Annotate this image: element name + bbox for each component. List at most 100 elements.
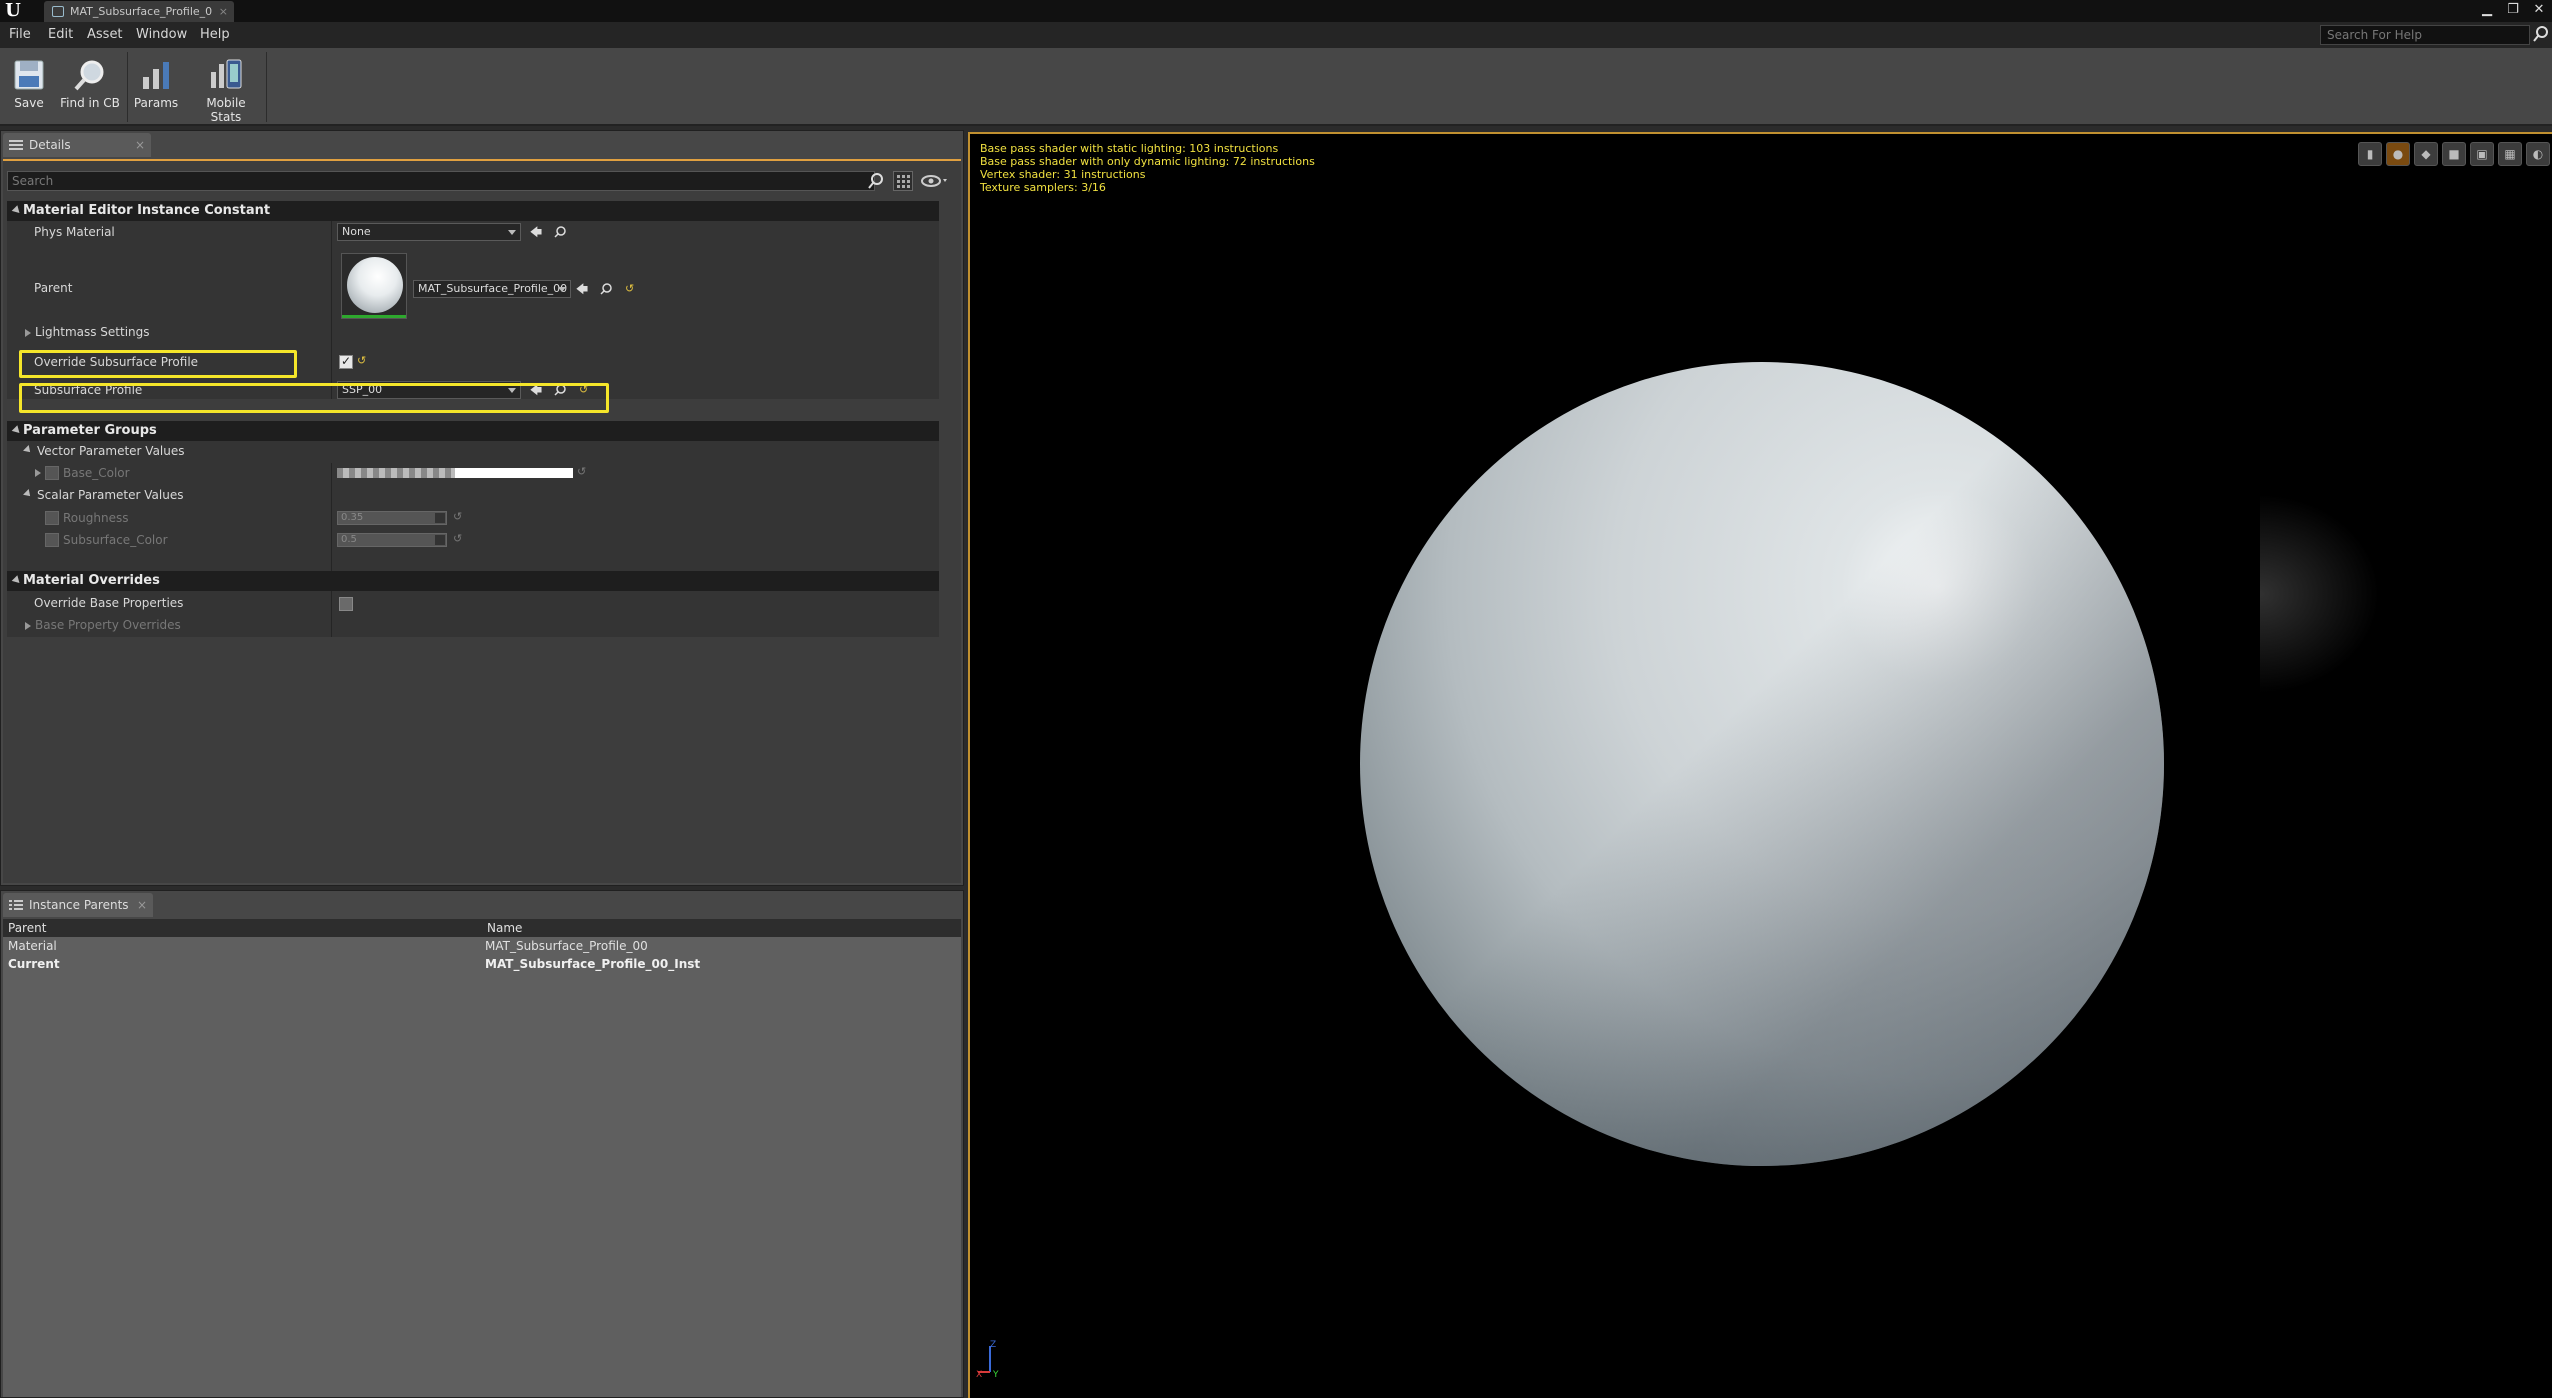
custom-mesh-preview-icon[interactable]: ▣: [2470, 142, 2494, 166]
chevron-down-icon: [508, 230, 516, 235]
menu-asset[interactable]: Asset: [87, 22, 123, 48]
reset-to-default-icon[interactable]: ↺: [625, 283, 635, 295]
parent-thumbnail[interactable]: [341, 253, 407, 319]
browse-search-icon[interactable]: [553, 225, 567, 239]
stat-line: Vertex shader: 31 instructions: [980, 168, 1146, 181]
axis-z-label: Z: [990, 1340, 996, 1350]
scalar-param-values-label[interactable]: Scalar Parameter Values: [37, 488, 183, 502]
close-tab-icon[interactable]: ×: [219, 1, 228, 22]
parent-combo[interactable]: MAT_Subsurface_Profile_00: [413, 280, 571, 298]
base-color-swatch[interactable]: [455, 468, 573, 478]
find-in-cb-button[interactable]: Find in CB: [58, 54, 122, 120]
save-button[interactable]: Save: [8, 54, 50, 120]
subsurface-color-label: Subsurface_Color: [63, 533, 168, 547]
toolbar: Save Find in CB Params Mobile Stats: [0, 48, 2552, 126]
menu-help[interactable]: Help: [200, 22, 230, 48]
minimize-button[interactable]: ▁: [2478, 1, 2496, 19]
table-row[interactable]: Material MAT_Subsurface_Profile_00: [3, 937, 961, 955]
instance-parents-list: Parent Name Material MAT_Subsurface_Prof…: [3, 919, 961, 1397]
list-icon: [9, 900, 23, 910]
mobile-stats-button[interactable]: Mobile Stats: [190, 54, 262, 124]
column-divider[interactable]: [331, 221, 332, 347]
column-header-name[interactable]: Name: [487, 919, 522, 937]
browse-search-icon[interactable]: [599, 282, 613, 296]
highlight-override-subsurface: [19, 350, 297, 378]
base-color-alpha-swatch[interactable]: [337, 468, 455, 478]
column-header-parent[interactable]: Parent: [8, 919, 46, 937]
reset-to-default-icon[interactable]: ↺: [357, 355, 367, 367]
cylinder-preview-icon[interactable]: ▮: [2358, 142, 2382, 166]
close-window-button[interactable]: ✕: [2530, 1, 2548, 19]
menu-window[interactable]: Window: [136, 22, 187, 48]
help-search-icon[interactable]: [2532, 25, 2550, 43]
base-color-enable-checkbox[interactable]: [45, 466, 59, 480]
phys-material-value: None: [342, 225, 371, 238]
section-material-overrides-header[interactable]: Material Overrides: [7, 571, 939, 591]
expand-arrow-icon[interactable]: [35, 469, 41, 477]
section-material-editor-body: Phys Material None 🡄 Parent MAT_Subsurfa…: [7, 221, 939, 347]
unreal-logo-icon[interactable]: U: [2, 1, 24, 21]
close-details-tab-icon[interactable]: ×: [135, 133, 145, 157]
search-icon[interactable]: [865, 171, 887, 191]
reset-to-default-icon[interactable]: ↺: [577, 466, 587, 478]
collapse-arrow-icon[interactable]: [23, 489, 33, 499]
row-parent-cell: Material: [8, 939, 57, 953]
plane-preview-icon[interactable]: ◆: [2414, 142, 2438, 166]
reset-to-default-icon[interactable]: ↺: [453, 533, 463, 545]
phys-material-label: Phys Material: [34, 225, 115, 239]
axis-gizmo-icon: Z X Y: [976, 1340, 999, 1378]
magnifier-icon: [74, 60, 104, 91]
row-name-cell[interactable]: MAT_Subsurface_Profile_00: [485, 937, 648, 955]
preview-sphere-shading: [1360, 362, 2164, 1166]
document-tab[interactable]: MAT_Subsurface_Profile_0 ×: [44, 1, 234, 22]
maximize-button[interactable]: ❐: [2504, 1, 2522, 19]
realtime-toggle-icon[interactable]: ◐: [2526, 142, 2550, 166]
roughness-input[interactable]: 0.35: [337, 511, 447, 525]
subsurface-color-input[interactable]: 0.5: [337, 533, 447, 547]
details-tab[interactable]: Details ×: [3, 133, 151, 157]
close-instance-parents-tab-icon[interactable]: ×: [137, 893, 147, 917]
details-search-input[interactable]: Search: [7, 171, 875, 191]
sphere-preview-icon[interactable]: ●: [2386, 142, 2410, 166]
mobile-stats-label: Mobile Stats: [206, 96, 246, 124]
table-row[interactable]: Current MAT_Subsurface_Profile_00_Inst: [3, 955, 961, 973]
section-material-editor-header[interactable]: Material Editor Instance Constant: [7, 201, 939, 221]
expand-arrow-icon[interactable]: [25, 329, 31, 337]
section-parameter-groups-header[interactable]: Parameter Groups: [7, 421, 939, 441]
find-in-cb-label: Find in CB: [60, 96, 120, 110]
params-button[interactable]: Params: [132, 54, 180, 120]
grid-view-icon[interactable]: [893, 171, 913, 191]
phys-material-combo[interactable]: None: [337, 223, 521, 241]
column-divider[interactable]: [331, 591, 332, 637]
column-divider[interactable]: [331, 463, 332, 571]
rim-glow: [2260, 494, 2380, 694]
toolbar-separator: [127, 52, 128, 122]
asset-type-bar: [342, 315, 406, 318]
vector-param-values-label[interactable]: Vector Parameter Values: [37, 444, 185, 458]
lightmass-settings-label[interactable]: Lightmass Settings: [35, 325, 150, 339]
stat-line: Base pass shader with static lighting: 1…: [980, 142, 1279, 155]
menu-edit[interactable]: Edit: [48, 22, 73, 48]
collapse-arrow-icon[interactable]: [23, 445, 33, 455]
expand-arrow-icon[interactable]: [25, 622, 31, 630]
row-name-cell[interactable]: MAT_Subsurface_Profile_00_Inst: [485, 955, 700, 973]
eye-view-options-icon[interactable]: [919, 171, 951, 191]
use-selected-arrow-icon[interactable]: 🡄: [575, 282, 589, 296]
help-search-input[interactable]: Search For Help: [2320, 25, 2530, 45]
cube-preview-icon[interactable]: ■: [2442, 142, 2466, 166]
instance-parents-tab[interactable]: Instance Parents ×: [3, 893, 153, 917]
details-icon: [9, 140, 23, 150]
details-tab-label: Details: [29, 138, 71, 152]
menu-file[interactable]: File: [9, 22, 31, 48]
roughness-enable-checkbox[interactable]: [45, 511, 59, 525]
reset-to-default-icon[interactable]: ↺: [453, 511, 463, 523]
override-base-props-checkbox[interactable]: [339, 597, 353, 611]
subsurface-color-enable-checkbox[interactable]: [45, 533, 59, 547]
use-selected-arrow-icon[interactable]: 🡄: [529, 225, 543, 239]
params-label: Params: [133, 96, 179, 110]
grid-toggle-icon[interactable]: ▦: [2498, 142, 2522, 166]
base-property-overrides-label[interactable]: Base Property Overrides: [35, 618, 181, 632]
instance-parents-header: Parent Name: [3, 919, 961, 937]
material-preview-viewport[interactable]: Base pass shader with static lighting: 1…: [968, 132, 2552, 1398]
override-subsurface-checkbox[interactable]: [339, 354, 353, 369]
